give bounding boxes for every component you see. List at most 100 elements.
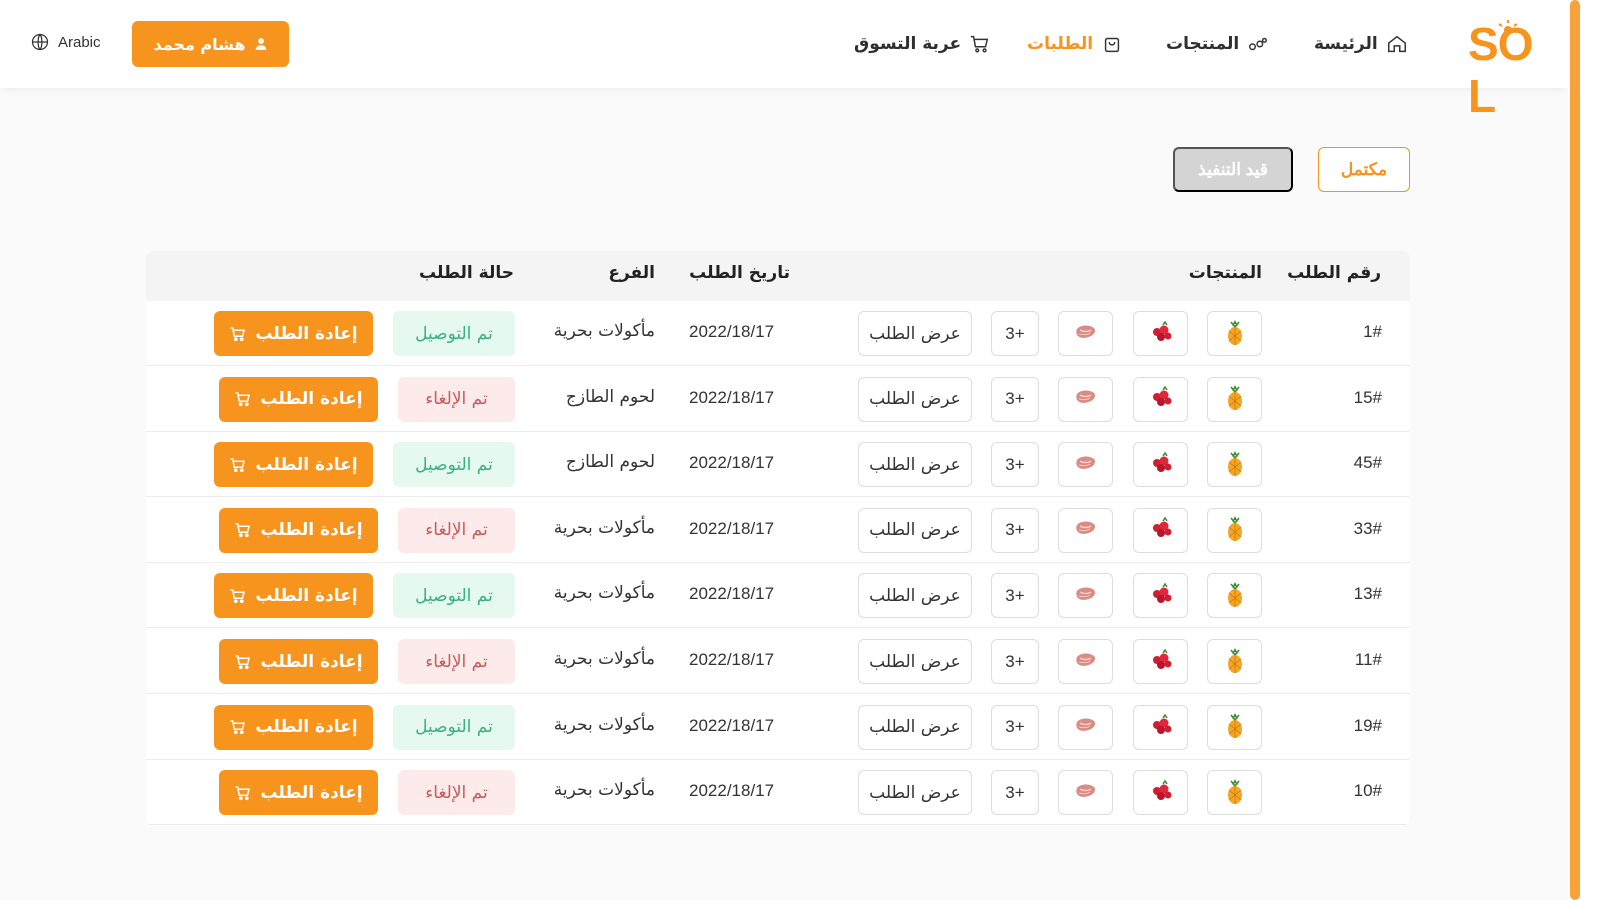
status-badge: تم التوصيل — [393, 311, 515, 356]
home-icon — [1387, 35, 1406, 53]
reorder-button[interactable]: إعادة الطلب — [214, 442, 373, 488]
view-order-button[interactable]: عرض الطلب — [858, 573, 972, 619]
user-name: هشام محمد — [153, 34, 246, 54]
product-thumb-raspberry[interactable] — [1133, 770, 1188, 816]
more-products-button[interactable]: 3+ — [991, 770, 1039, 816]
view-order-button[interactable]: عرض الطلب — [858, 311, 972, 356]
pineapple-icon — [1221, 383, 1249, 415]
product-thumb-meat[interactable] — [1058, 442, 1113, 488]
reorder-button[interactable]: إعادة الطلب — [219, 639, 378, 684]
product-thumb-pineapple[interactable] — [1207, 770, 1262, 816]
table-row: 10# 3+ عرض الطلب 2022/18/17 مأكولات بحري… — [146, 760, 1410, 826]
filter-in-progress-button[interactable]: قيد التنفيذ — [1173, 147, 1293, 192]
reorder-button[interactable]: إعادة الطلب — [219, 376, 378, 422]
user-account-button[interactable]: هشام محمد — [132, 21, 289, 67]
status-badge: تم الإلغاء — [398, 639, 515, 684]
order-date: 2022/18/17 — [689, 584, 775, 604]
orders-bag-icon — [1104, 37, 1120, 53]
reorder-button[interactable]: إعادة الطلب — [214, 704, 373, 750]
product-thumb-raspberry[interactable] — [1133, 639, 1188, 684]
product-thumb-meat[interactable] — [1058, 704, 1113, 750]
product-thumb-pineapple[interactable] — [1207, 704, 1262, 750]
nav-cart-label: عربة التسوق — [854, 34, 962, 54]
more-products-button[interactable]: 3+ — [991, 311, 1039, 356]
product-thumb-raspberry[interactable] — [1133, 704, 1188, 750]
table-row: 1# 3+ عرض الطلب 2022/18/17 مأكولات بحرية… — [146, 301, 1410, 366]
view-order-button[interactable]: عرض الطلب — [858, 442, 972, 488]
order-branch: مأكولات بحرية — [553, 517, 655, 538]
pineapple-icon — [1221, 580, 1249, 612]
more-products-button[interactable]: 3+ — [991, 639, 1039, 684]
more-products-button[interactable]: 3+ — [991, 376, 1039, 422]
product-thumb-raspberry[interactable] — [1133, 507, 1188, 553]
product-thumb-pineapple[interactable] — [1207, 573, 1262, 619]
reorder-label: إعادة الطلب — [255, 585, 358, 606]
reorder-label: إعادة الطلب — [255, 323, 358, 344]
order-date: 2022/18/17 — [689, 322, 775, 341]
product-thumb-meat[interactable] — [1058, 507, 1113, 553]
nav-cart[interactable]: عربة التسوق — [854, 30, 991, 58]
nav-products[interactable]: المنتجات — [1166, 30, 1269, 58]
reorder-button[interactable]: إعادة الطلب — [219, 770, 378, 816]
product-thumb-pineapple[interactable] — [1207, 507, 1262, 553]
reorder-button[interactable]: إعادة الطلب — [214, 311, 373, 356]
table-header: رقم الطلب المنتجات تاريخ الطلب الفرع حال… — [146, 251, 1410, 301]
product-thumb-pineapple[interactable] — [1207, 442, 1262, 488]
scrollbar-thumb[interactable] — [1570, 0, 1580, 900]
table-row: 33# 3+ عرض الطلب 2022/18/17 مأكولات بحري… — [146, 498, 1410, 563]
header-branch: الفرع — [608, 263, 655, 283]
view-order-button[interactable]: عرض الطلب — [858, 507, 972, 553]
reorder-cart-icon — [235, 785, 251, 800]
more-products-button[interactable]: 3+ — [991, 507, 1039, 553]
logo-text: SOL — [1468, 18, 1533, 122]
products-icon — [1249, 37, 1268, 51]
order-number: 13# — [1353, 584, 1382, 604]
view-order-button[interactable]: عرض الطلب — [858, 704, 972, 750]
product-thumb-raspberry[interactable] — [1133, 573, 1188, 619]
product-thumb-meat[interactable] — [1058, 639, 1113, 684]
raspberry-icon — [1147, 449, 1175, 481]
product-thumb-raspberry[interactable] — [1133, 442, 1188, 488]
status-badge: تم الإلغاء — [398, 507, 515, 553]
table-row: 11# 3+ عرض الطلب 2022/18/17 مأكولات بحري… — [146, 629, 1410, 694]
order-number: 33# — [1353, 518, 1382, 538]
order-branch: مأكولات بحرية — [553, 321, 655, 341]
view-order-button[interactable]: عرض الطلب — [858, 770, 972, 816]
more-products-button[interactable]: 3+ — [991, 704, 1039, 750]
nav-home[interactable]: الرئيسة — [1314, 30, 1408, 58]
filter-complete-button[interactable]: مكتمل — [1318, 147, 1410, 192]
nav-orders[interactable]: الطلبات — [1027, 30, 1123, 58]
top-navigation-bar: SOL الرئيسة المنتجات الطلبات عربة التسوق… — [0, 0, 1568, 122]
product-thumb-raspberry[interactable] — [1133, 311, 1188, 356]
sol-logo[interactable]: SOL — [1468, 18, 1540, 122]
product-thumb-pineapple[interactable] — [1207, 376, 1262, 422]
reorder-label: إعادة الطلب — [260, 520, 363, 541]
reorder-button[interactable]: إعادة الطلب — [219, 507, 378, 553]
order-branch: مأكولات بحرية — [553, 714, 655, 735]
product-thumb-raspberry[interactable] — [1133, 376, 1188, 422]
reorder-cart-icon — [235, 523, 251, 538]
status-badge: تم الإلغاء — [398, 376, 515, 422]
product-thumb-meat[interactable] — [1058, 376, 1113, 422]
meat-icon — [1072, 318, 1100, 350]
reorder-label: إعادة الطلب — [255, 454, 358, 475]
order-branch: مأكولات بحرية — [553, 780, 655, 801]
reorder-button[interactable]: إعادة الطلب — [214, 573, 373, 619]
view-order-button[interactable]: عرض الطلب — [858, 639, 972, 684]
table-row: 13# 3+ عرض الطلب 2022/18/17 مأكولات بحري… — [146, 563, 1410, 629]
more-products-button[interactable]: 3+ — [991, 573, 1039, 619]
header-products: المنتجات — [1188, 263, 1262, 283]
product-thumb-pineapple[interactable] — [1207, 639, 1262, 684]
product-thumb-meat[interactable] — [1058, 311, 1113, 356]
order-number: 10# — [1353, 781, 1382, 801]
product-thumb-pineapple[interactable] — [1207, 311, 1262, 356]
view-order-button[interactable]: عرض الطلب — [858, 376, 972, 422]
language-switcher[interactable]: Arabic — [30, 32, 101, 52]
product-thumb-meat[interactable] — [1058, 770, 1113, 816]
product-thumb-meat[interactable] — [1058, 573, 1113, 619]
reorder-cart-icon — [230, 457, 246, 472]
order-branch: مأكولات بحرية — [553, 649, 655, 669]
table-row: 45# 3+ عرض الطلب 2022/18/17 لحوم الطازج … — [146, 432, 1410, 498]
reorder-cart-icon — [235, 392, 251, 407]
more-products-button[interactable]: 3+ — [991, 442, 1039, 488]
